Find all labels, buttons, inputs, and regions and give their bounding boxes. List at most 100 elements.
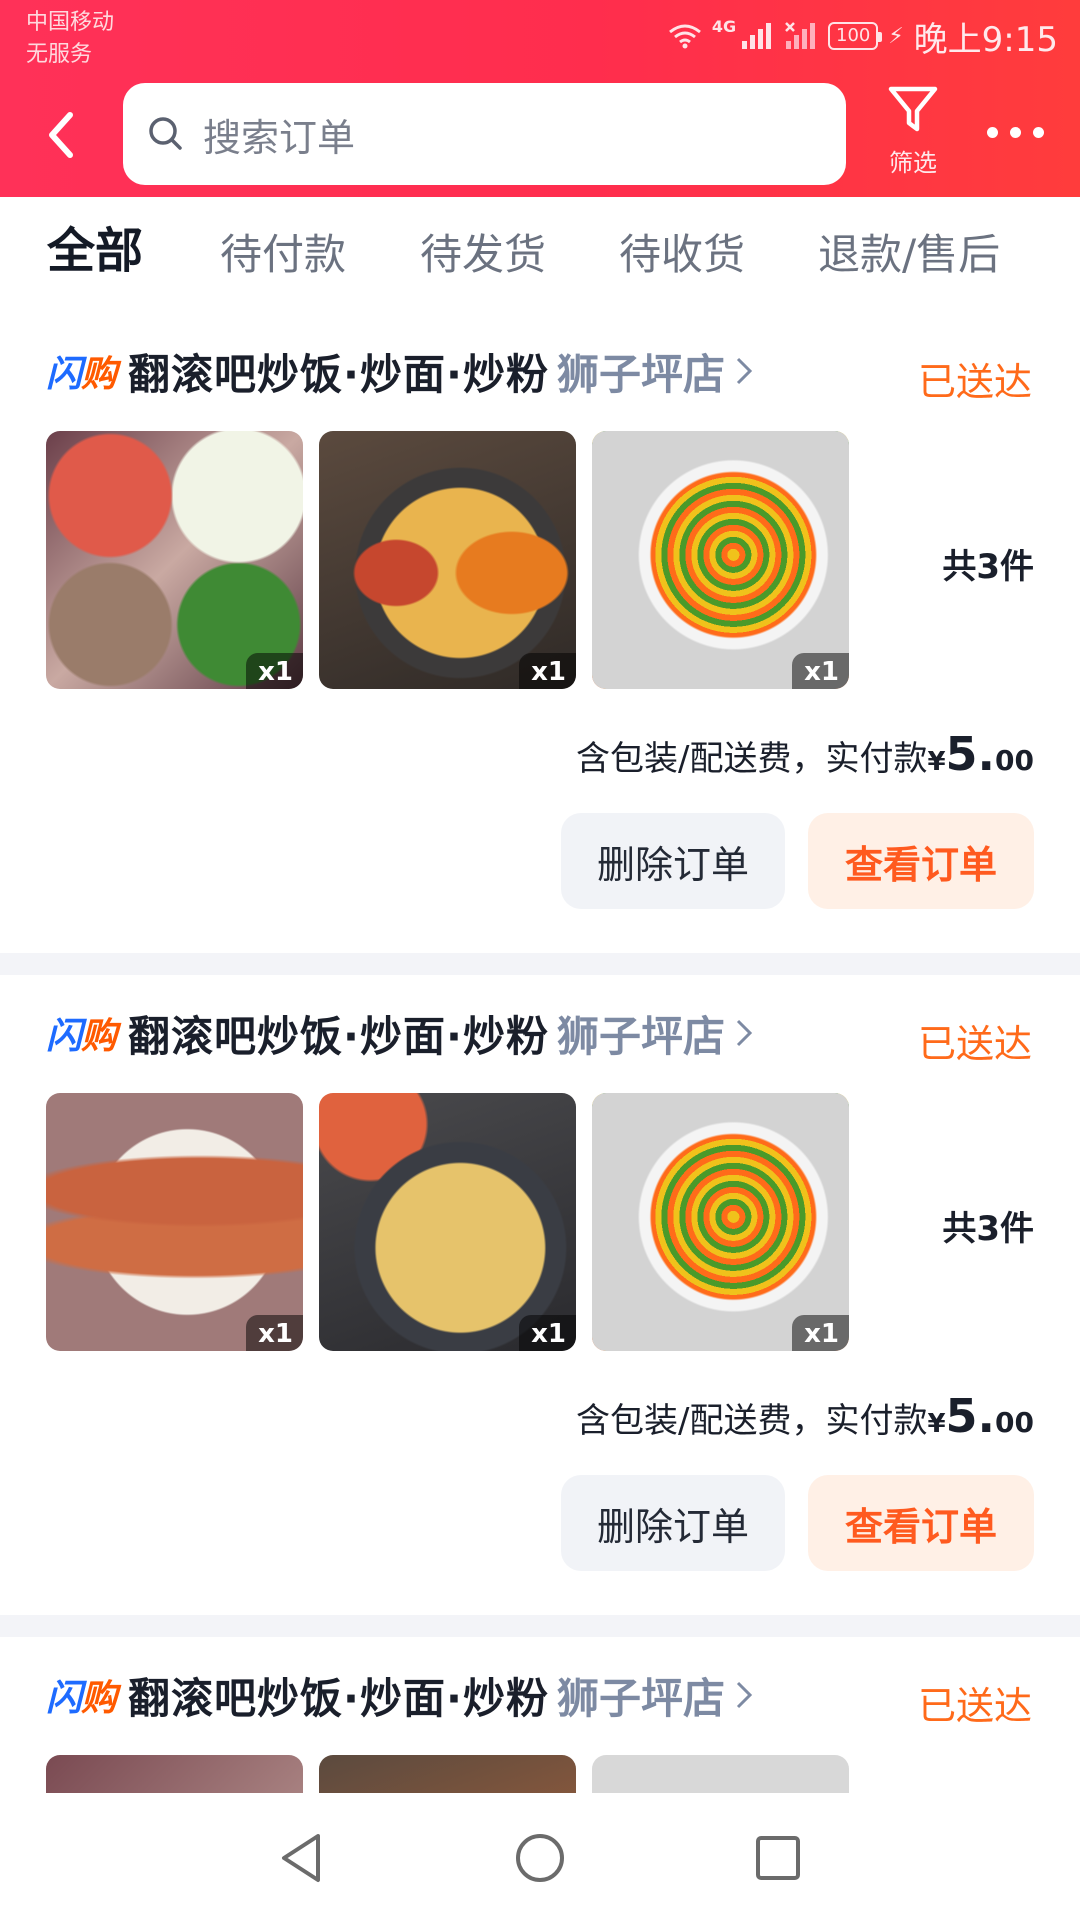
signal-icon: [742, 23, 772, 49]
plate-overlay: [592, 431, 849, 689]
more-dot-icon: [1032, 126, 1044, 138]
chevron-right-icon: [736, 1019, 753, 1047]
order-separator: [0, 953, 1080, 975]
shop-branch: 狮子坪店: [556, 1673, 725, 1723]
logo-char: 闪: [46, 1678, 82, 1719]
order-items[interactable]: x1 x1 x1: [46, 431, 849, 689]
order-status: 已送达: [917, 360, 1032, 404]
amount-decimal: 00: [995, 744, 1034, 777]
status-bar: 中国移动 无服务 4G 100 ⚡ 晚上9:15: [0, 0, 1080, 72]
logo-char: 购: [81, 1016, 117, 1057]
system-nav-bar: [0, 1793, 1080, 1920]
carrier-info: 中国移动 无服务: [26, 8, 114, 72]
logo-char: 购: [81, 354, 117, 395]
service-status: 无服务: [26, 42, 93, 67]
order-card: 闪购 翻滚吧炒饭·炒面·炒粉 狮子坪店 已送达 x1 x1 x1 共3件 含包装…: [0, 975, 1080, 1615]
order-items[interactable]: [46, 1755, 849, 1793]
nav-back-icon[interactable]: [272, 1828, 332, 1888]
payment-summary: 含包装/配送费，实付款 ¥ 5. 00: [576, 727, 1034, 781]
search-placeholder: 搜索订单: [203, 115, 356, 160]
carrier-name: 中国移动: [26, 10, 115, 35]
item-quantity: x1: [246, 1315, 303, 1351]
amount-integer: 5.: [945, 727, 996, 781]
item-count: 共3件: [942, 547, 1034, 587]
payment-label: 含包装/配送费，实付款: [575, 1401, 928, 1441]
order-card: 闪购 翻滚吧炒饭·炒面·炒粉 狮子坪店 已送达 x1 x1 x1 共3件 含包装…: [0, 313, 1080, 953]
flash-buy-logo: 闪购: [46, 1669, 117, 1721]
ingredients-food-image: x1: [46, 431, 303, 689]
more-menu-button[interactable]: [982, 110, 1048, 154]
item-quantity: x1: [792, 653, 849, 689]
flash-buy-logo: 闪购: [46, 1007, 117, 1059]
nav-recents-icon[interactable]: [748, 1828, 808, 1888]
mixed-vegetables-image: [592, 1755, 849, 1793]
shop-branch: 狮子坪店: [556, 1011, 725, 1061]
logo-char: 购: [81, 1678, 117, 1719]
view-order-button[interactable]: 查看订单: [808, 813, 1034, 909]
shop-name: 翻滚吧炒饭·炒面·炒粉: [128, 1673, 549, 1723]
mixed-vegetables-image: x1: [592, 1093, 849, 1351]
chevron-right-icon: [736, 1681, 753, 1709]
tab-pending-shipment[interactable]: 待发货: [420, 227, 546, 283]
payment-summary: 含包装/配送费，实付款 ¥ 5. 00: [576, 1389, 1034, 1443]
battery-level: 100: [836, 25, 871, 46]
currency-symbol: ¥: [927, 1409, 946, 1439]
order-status: 已送达: [917, 1022, 1032, 1066]
shop-name: 翻滚吧炒饭·炒面·炒粉: [128, 1011, 549, 1061]
delete-order-button[interactable]: 删除订单: [561, 1475, 785, 1571]
plate-overlay: [592, 1093, 849, 1351]
clock: 晚上9:15: [913, 19, 1058, 60]
more-dot-icon: [1009, 126, 1021, 138]
back-button[interactable]: [38, 105, 88, 165]
mixed-vegetables-image: x1: [592, 431, 849, 689]
network-type: 4G: [711, 16, 737, 36]
filter-button[interactable]: 筛选: [880, 85, 946, 185]
shop-header[interactable]: 闪购 翻滚吧炒饭·炒面·炒粉 狮子坪店: [46, 1003, 753, 1063]
charging-icon: ⚡: [888, 23, 904, 49]
item-quantity: x1: [246, 653, 303, 689]
ingredients-food-image: [46, 1755, 303, 1793]
more-dot-icon: [986, 126, 998, 138]
item-count: 共3件: [942, 1209, 1034, 1249]
tab-pending-receipt[interactable]: 待收货: [619, 227, 745, 283]
no-signal-icon: [785, 22, 816, 49]
search-icon: [149, 117, 182, 150]
payment-label: 含包装/配送费，实付款: [575, 739, 928, 779]
search-input[interactable]: 搜索订单: [123, 83, 846, 185]
order-separator: [0, 1615, 1080, 1637]
order-items[interactable]: x1 x1 x1: [46, 1093, 849, 1351]
tab-pending-payment[interactable]: 待付款: [220, 227, 346, 283]
sausages-image: x1: [46, 1093, 303, 1351]
status-icons: 4G 100 ⚡ 晚上9:15: [668, 14, 1058, 60]
nav-home-icon[interactable]: [510, 1828, 570, 1888]
order-status: 已送达: [917, 1684, 1032, 1728]
logo-char: 闪: [46, 1016, 82, 1057]
item-quantity: x1: [792, 1315, 849, 1351]
shop-header[interactable]: 闪购 翻滚吧炒饭·炒面·炒粉 狮子坪店: [46, 1665, 753, 1725]
delete-order-button[interactable]: 删除订单: [561, 813, 785, 909]
shop-header[interactable]: 闪购 翻滚吧炒饭·炒面·炒粉 狮子坪店: [46, 341, 753, 401]
tab-all[interactable]: 全部: [47, 223, 143, 279]
currency-symbol: ¥: [927, 747, 946, 777]
view-order-button[interactable]: 查看订单: [808, 1475, 1034, 1571]
shop-branch: 狮子坪店: [556, 349, 725, 399]
logo-char: 闪: [46, 354, 82, 395]
order-tabs: 全部 待付款 待发货 待收货 退款/售后: [0, 197, 1080, 313]
filter-label: 筛选: [889, 149, 937, 177]
fried-rice-sausage-image: x1: [319, 431, 576, 689]
chevron-right-icon: [736, 357, 753, 385]
app-header: 中国移动 无服务 4G 100 ⚡ 晚上9:15 搜索订单 筛选: [0, 0, 1080, 197]
fried-rice-image: x1: [319, 1093, 576, 1351]
shop-name: 翻滚吧炒饭·炒面·炒粉: [128, 349, 549, 399]
filter-icon: [888, 86, 938, 132]
wifi-icon: [668, 24, 701, 49]
battery-icon: 100: [828, 22, 883, 50]
item-quantity: x1: [519, 1315, 576, 1351]
tab-refund-aftersale[interactable]: 退款/售后: [818, 227, 1000, 283]
order-card: 闪购 翻滚吧炒饭·炒面·炒粉 狮子坪店 已送达: [0, 1637, 1080, 1793]
fried-rice-sausage-image: [319, 1755, 576, 1793]
item-quantity: x1: [519, 653, 576, 689]
amount-integer: 5.: [945, 1389, 996, 1443]
flash-buy-logo: 闪购: [46, 345, 117, 397]
amount-decimal: 00: [995, 1406, 1034, 1439]
